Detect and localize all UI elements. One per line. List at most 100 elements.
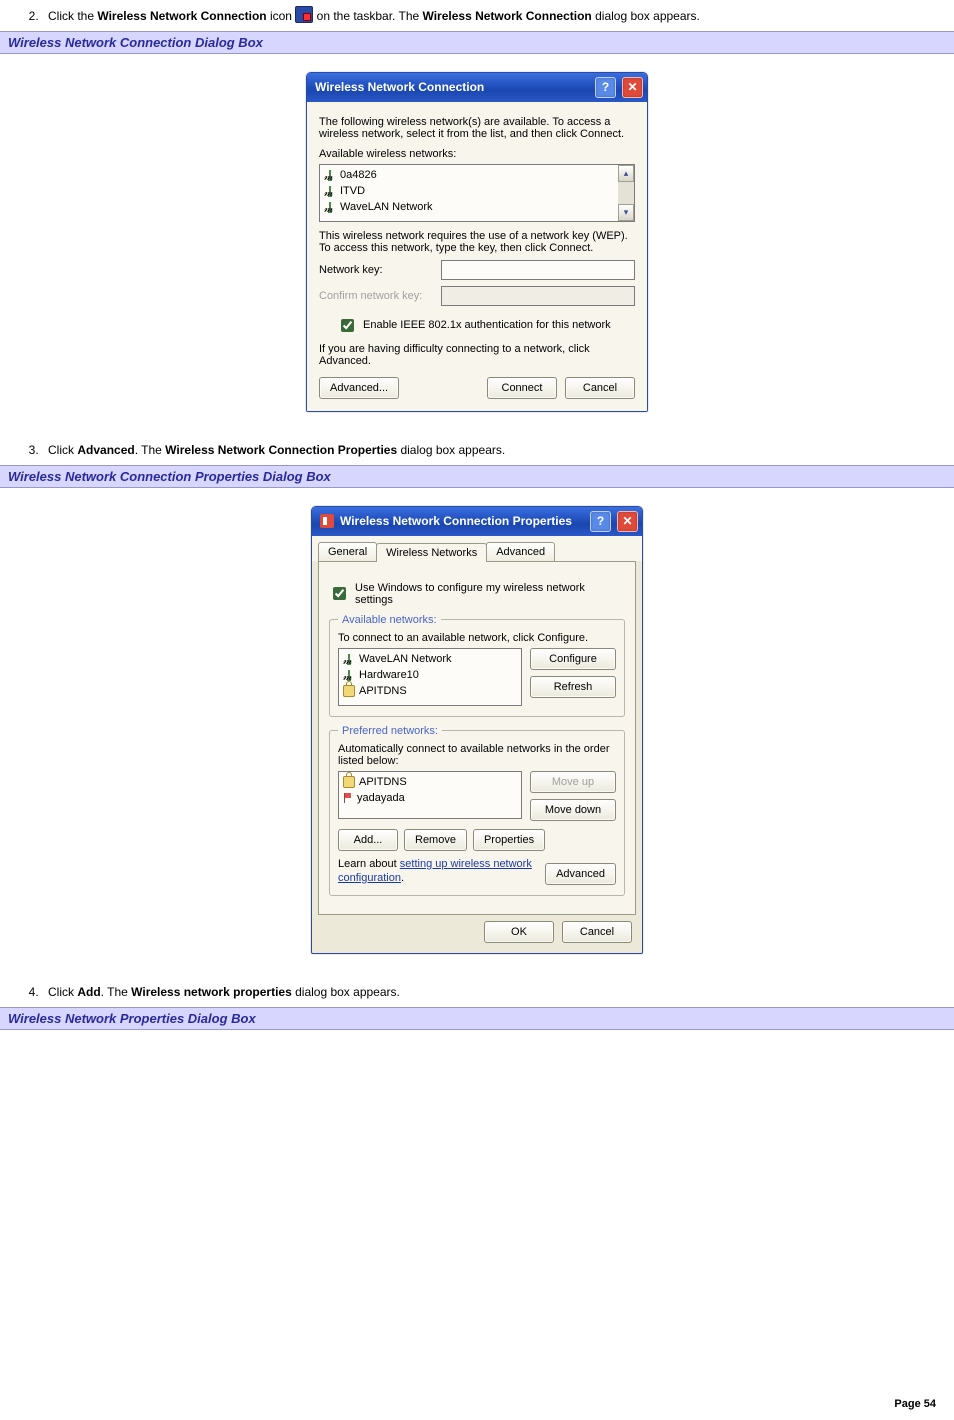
step3-bold2: Wireless Network Connection Properties xyxy=(165,443,397,457)
titlebar-close-button[interactable]: ✕ xyxy=(622,77,643,98)
network-item[interactable]: ITVD xyxy=(324,183,614,199)
step2-bold2: Wireless Network Connection xyxy=(423,9,592,23)
list-item[interactable]: yadayada xyxy=(343,790,517,806)
step3-post: dialog box appears. xyxy=(397,443,505,457)
section-bar-2: Wireless Network Connection Properties D… xyxy=(0,465,954,488)
wireless-tray-icon xyxy=(295,6,313,23)
step3-bold1: Advanced xyxy=(77,443,134,457)
available-networks-hint: To connect to an available network, clic… xyxy=(338,632,616,644)
section-bar-1: Wireless Network Connection Dialog Box xyxy=(0,31,954,54)
available-networks-legend: Available networks: xyxy=(338,614,441,626)
wireless-networks-panel: Use Windows to configure my wireless net… xyxy=(318,561,636,916)
move-up-button[interactable]: Move up xyxy=(530,771,616,793)
network-item-label: 0a4826 xyxy=(340,167,377,183)
scroll-down-button[interactable]: ▾ xyxy=(618,204,634,221)
advanced-button[interactable]: Advanced... xyxy=(319,377,399,399)
network-item-label: WaveLAN Network xyxy=(340,199,433,215)
preferred-networks-group: Preferred networks: Automatically connec… xyxy=(329,725,625,897)
step-2: Click the Wireless Network Connection ic… xyxy=(42,6,954,25)
step-4: Click Add. The Wireless network properti… xyxy=(42,984,954,1001)
advanced2-button[interactable]: Advanced xyxy=(545,863,616,885)
step4-bold2: Wireless network properties xyxy=(131,985,292,999)
ok-button[interactable]: OK xyxy=(484,921,554,943)
list-item-label: yadayada xyxy=(357,790,405,806)
step4-pre: Click xyxy=(48,985,77,999)
step-3: Click Advanced. The Wireless Network Con… xyxy=(42,442,954,459)
available-networks-list[interactable]: 0a4826 ITVD WaveLAN Network ▴ ▾ xyxy=(319,164,635,222)
list-item[interactable]: APITDNS xyxy=(343,683,517,699)
dialog1-title: Wireless Network Connection xyxy=(315,80,589,94)
step4-post: dialog box appears. xyxy=(292,985,400,999)
cancel-button[interactable]: Cancel xyxy=(565,377,635,399)
step4-bold1: Add xyxy=(77,985,100,999)
tab-advanced[interactable]: Advanced xyxy=(486,542,555,561)
section-bar-3: Wireless Network Properties Dialog Box xyxy=(0,1007,954,1030)
lock-icon xyxy=(343,685,355,697)
dialog1-intro: The following wireless network(s) are av… xyxy=(319,116,635,140)
antenna-icon xyxy=(324,169,336,181)
use-windows-checkbox[interactable] xyxy=(333,587,346,600)
step2-post: dialog box appears. xyxy=(592,9,700,23)
available-networks-list2[interactable]: WaveLAN Network Hardware10 APITDNS xyxy=(338,648,522,706)
tab-general[interactable]: General xyxy=(318,542,377,561)
tab-wireless-networks[interactable]: Wireless Networks xyxy=(376,543,487,562)
remove-button[interactable]: Remove xyxy=(404,829,467,851)
preferred-networks-legend: Preferred networks: xyxy=(338,725,442,737)
list-item[interactable]: WaveLAN Network xyxy=(343,651,517,667)
list-item-label: APITDNS xyxy=(359,774,407,790)
titlebar-help-button[interactable]: ? xyxy=(595,77,616,98)
dialog2-titlebar: Wireless Network Connection Properties ?… xyxy=(312,507,642,536)
connect-button[interactable]: Connect xyxy=(487,377,557,399)
enable-8021x-label: Enable IEEE 802.1x authentication for th… xyxy=(363,319,611,331)
network-item[interactable]: 0a4826 xyxy=(324,167,614,183)
step2-mid2: on the taskbar. The xyxy=(313,9,422,23)
add-button[interactable]: Add... xyxy=(338,829,398,851)
titlebar-close-button[interactable]: ✕ xyxy=(617,511,638,532)
network-key-input[interactable] xyxy=(441,260,635,280)
configure-button[interactable]: Configure xyxy=(530,648,616,670)
scroll-up-button[interactable]: ▴ xyxy=(618,165,634,182)
step3-pre: Click xyxy=(48,443,77,457)
list-item-label: APITDNS xyxy=(359,683,407,699)
properties-button[interactable]: Properties xyxy=(473,829,545,851)
antenna-icon xyxy=(324,185,336,197)
network-key-label: Network key: xyxy=(319,264,431,276)
antenna-icon xyxy=(324,201,336,213)
network-item-label: ITVD xyxy=(340,183,365,199)
preferred-networks-list[interactable]: APITDNS yadayada xyxy=(338,771,522,819)
lock-icon xyxy=(343,776,355,788)
preferred-networks-hint: Automatically connect to available netwo… xyxy=(338,743,616,767)
available-networks-label: Available wireless networks: xyxy=(319,148,635,160)
dialog1-titlebar: Wireless Network Connection ? ✕ xyxy=(307,73,647,102)
use-windows-label: Use Windows to configure my wireless net… xyxy=(355,582,625,606)
step2-bold1: Wireless Network Connection xyxy=(97,9,266,23)
step4-mid: . The xyxy=(101,985,131,999)
learn-pre: Learn about xyxy=(338,858,400,870)
list-scrollbar[interactable]: ▴ ▾ xyxy=(618,165,634,221)
learn-post: . xyxy=(401,872,404,884)
network-connection-icon xyxy=(320,514,334,528)
cancel2-button[interactable]: Cancel xyxy=(562,921,632,943)
step3-mid: . The xyxy=(135,443,165,457)
confirm-key-label: Confirm network key: xyxy=(319,290,431,302)
list-item-label: WaveLAN Network xyxy=(359,651,452,667)
page-number: Page 54 xyxy=(0,1368,954,1420)
dialog1-wep-text: This wireless network requires the use o… xyxy=(319,230,635,254)
step2-pre: Click the xyxy=(48,9,97,23)
learn-text: Learn about setting up wireless network … xyxy=(338,857,537,886)
antenna-icon xyxy=(343,669,355,681)
confirm-key-input xyxy=(441,286,635,306)
list-item[interactable]: Hardware10 xyxy=(343,667,517,683)
move-down-button[interactable]: Move down xyxy=(530,799,616,821)
dialog1-difficulty: If you are having difficulty connecting … xyxy=(319,343,635,367)
enable-8021x-checkbox[interactable] xyxy=(341,319,354,332)
list-item[interactable]: APITDNS xyxy=(343,774,517,790)
network-item[interactable]: WaveLAN Network xyxy=(324,199,614,215)
wireless-connection-dialog: Wireless Network Connection ? ✕ The foll… xyxy=(306,72,648,412)
antenna-icon xyxy=(343,653,355,665)
available-networks-group: Available networks: To connect to an ava… xyxy=(329,614,625,717)
wireless-connection-properties-dialog: Wireless Network Connection Properties ?… xyxy=(311,506,643,955)
refresh-button[interactable]: Refresh xyxy=(530,676,616,698)
tabstrip: General Wireless Networks Advanced xyxy=(312,536,642,561)
titlebar-help-button[interactable]: ? xyxy=(590,511,611,532)
